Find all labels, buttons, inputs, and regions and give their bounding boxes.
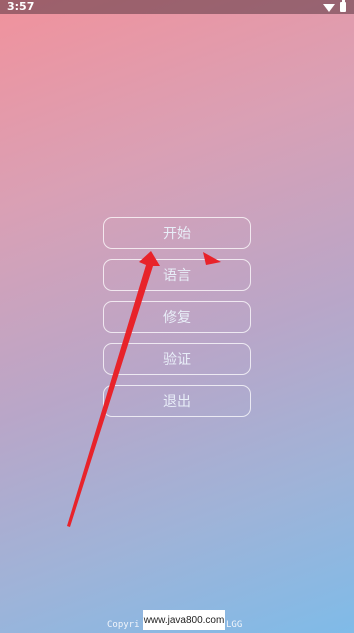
start-button[interactable]: 开始 (103, 217, 251, 249)
battery-icon (340, 0, 346, 12)
language-button[interactable]: 语言 (103, 259, 251, 291)
status-icons (323, 0, 346, 14)
wifi-icon (323, 3, 335, 12)
watermark-label: www.java800.com (143, 610, 225, 630)
copyright-suffix: LGG (226, 620, 243, 630)
status-time: 3:57 (7, 0, 35, 13)
repair-button[interactable]: 修复 (103, 301, 251, 333)
exit-button[interactable]: 退出 (103, 385, 251, 417)
copyright-prefix: Copyri (107, 620, 140, 630)
verify-button[interactable]: 验证 (103, 343, 251, 375)
main-menu: 开始 语言 修复 验证 退出 (103, 217, 251, 427)
status-bar: 3:57 (0, 0, 354, 14)
